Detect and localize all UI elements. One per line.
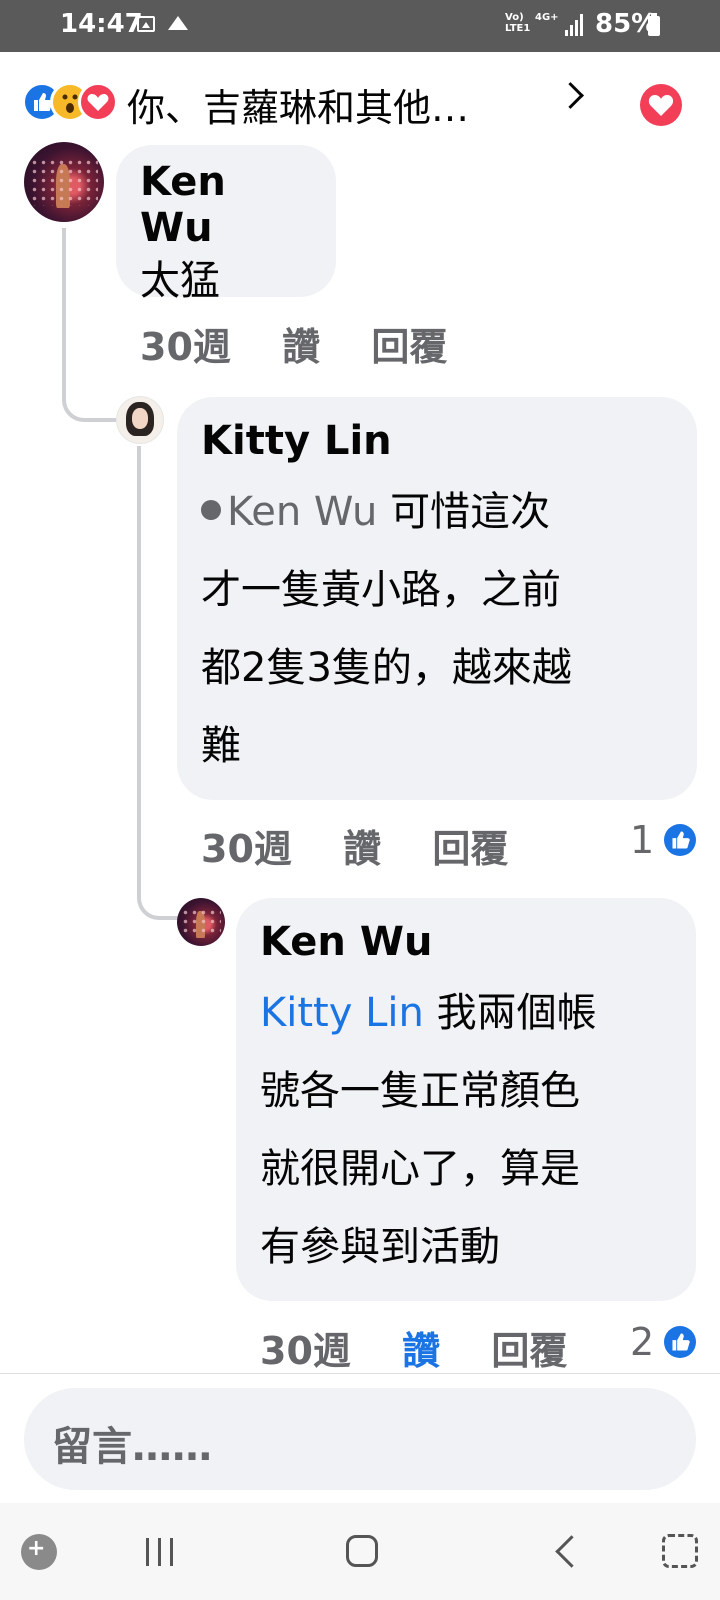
heart-icon[interactable] <box>640 84 682 126</box>
comment-text: Ken Wu 可惜這次 才一隻黃小路，之前 都2隻3隻的，越來越 難 <box>201 473 673 785</box>
comment-text-line: 難 <box>201 723 241 769</box>
battery-icon <box>648 13 660 36</box>
like-button[interactable]: 讚 <box>282 325 320 369</box>
reply-connector <box>62 382 116 422</box>
comment-composer-bar: 留言…… <box>0 1373 720 1504</box>
reaction-summary[interactable] <box>22 82 122 122</box>
comment-text-line: 都2隻3隻的，越來越 <box>201 645 572 691</box>
comment-text: 太猛 <box>140 258 220 304</box>
reaction-count[interactable]: 1 <box>630 818 654 862</box>
comment-input[interactable]: 留言…… <box>24 1388 696 1490</box>
comment-author[interactable]: Ken Wu <box>140 159 312 251</box>
avatar[interactable] <box>116 396 164 444</box>
comment-actions: 30週 讚 回覆 <box>201 818 546 873</box>
comment-actions: 30週 讚 回覆 <box>260 1320 605 1375</box>
comment-text-line: 有參與到活動 <box>260 1224 500 1270</box>
avatar[interactable] <box>177 898 225 946</box>
love-icon <box>78 82 118 122</box>
home-icon[interactable] <box>346 1535 378 1567</box>
comment-text: Kitty Lin 我兩個帳 號各一隻正常顏色 就很開心了，算是 有參與到活動 <box>260 974 672 1286</box>
comment-time: 30週 <box>201 827 292 871</box>
comment-bubble[interactable]: Ken Wu Kitty Lin 我兩個帳 號各一隻正常顏色 就很開心了，算是 … <box>236 898 696 1301</box>
reply-connector <box>137 880 179 920</box>
reply-button[interactable]: 回覆 <box>491 1329 567 1373</box>
reactions-title[interactable]: 你、吉蘿琳和其他… <box>127 77 469 132</box>
screenshot-icon[interactable] <box>662 1534 698 1568</box>
system-nav-bar <box>0 1503 720 1600</box>
comment-author[interactable]: Kitty Lin <box>201 413 673 469</box>
like-icon <box>664 824 696 856</box>
comment-bubble[interactable]: Kitty Lin Ken Wu 可惜這次 才一隻黃小路，之前 都2隻3隻的，越… <box>177 397 697 800</box>
network-type-indicator: 4G+ <box>535 12 559 23</box>
notification-triangle-icon <box>168 16 188 30</box>
like-icon <box>664 1326 696 1358</box>
comment-text-line: 我兩個帳 <box>436 990 597 1036</box>
comment-placeholder: 留言…… <box>52 1424 212 1470</box>
mention-link[interactable]: Ken Wu <box>227 489 377 535</box>
lte-label: LTE1 <box>505 23 531 34</box>
thread-line <box>62 228 66 388</box>
comment-text-line: 就很開心了，算是 <box>260 1146 580 1192</box>
status-time: 14:47 <box>60 9 143 39</box>
like-button[interactable]: 讚 <box>343 827 381 871</box>
recents-icon[interactable] <box>146 1538 176 1566</box>
volte-label: Vo) <box>505 12 524 23</box>
chevron-right-icon[interactable] <box>557 82 584 109</box>
mention-link[interactable]: Kitty Lin <box>260 990 424 1036</box>
comment-text-line: 號各一隻正常顏色 <box>260 1068 580 1114</box>
status-bar: 14:47 Vo) LTE1 4G+ 85% <box>0 0 720 52</box>
network-volte-indicator: Vo) LTE1 <box>505 12 530 34</box>
gallery-notification-icon <box>137 16 155 32</box>
comment-author[interactable]: Ken Wu <box>260 914 672 970</box>
thread-line <box>137 446 141 896</box>
comment-bubble[interactable]: Ken Wu 太猛 <box>116 145 336 304</box>
back-icon[interactable] <box>555 1535 588 1568</box>
reaction-count[interactable]: 2 <box>630 1320 654 1364</box>
comment-time: 30週 <box>260 1329 351 1373</box>
like-button[interactable]: 讚 <box>402 1329 440 1373</box>
comment-text-line: 才一隻黃小路，之前 <box>201 567 561 613</box>
signal-icon <box>565 14 585 36</box>
game-launcher-icon[interactable] <box>21 1534 57 1570</box>
reply-button[interactable]: 回覆 <box>371 325 447 369</box>
mention-tag-icon <box>201 500 221 520</box>
comment-text-line: 可惜這次 <box>390 489 551 535</box>
comment-actions: 30週 讚 回覆 <box>140 316 485 371</box>
reactions-header: 你、吉蘿琳和其他… <box>0 52 720 148</box>
avatar[interactable] <box>24 142 104 222</box>
comment-time: 30週 <box>140 325 231 369</box>
reply-button[interactable]: 回覆 <box>432 827 508 871</box>
